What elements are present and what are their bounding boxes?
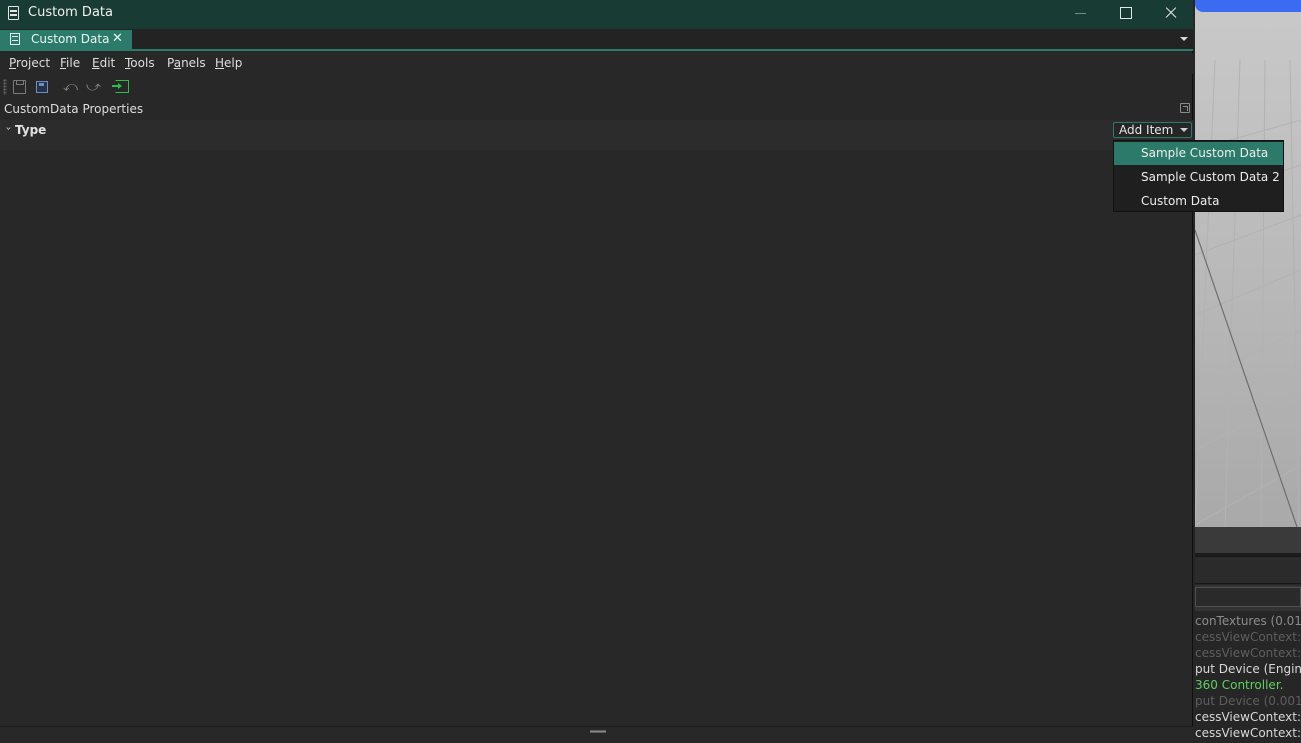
menu-label: elp bbox=[224, 56, 243, 70]
save-all-icon bbox=[36, 81, 48, 93]
status-bar bbox=[0, 726, 1193, 743]
menu-label: dit bbox=[99, 56, 116, 70]
document-icon bbox=[10, 33, 20, 45]
menu-tools[interactable]: Tools bbox=[125, 56, 155, 70]
menu-file[interactable]: File bbox=[60, 56, 80, 70]
save-all-button[interactable] bbox=[32, 77, 52, 97]
filter-input[interactable] bbox=[1195, 587, 1301, 607]
menu-item-label: Sample Custom Data bbox=[1141, 146, 1269, 160]
editor-viewport[interactable] bbox=[1195, 0, 1301, 527]
grid-floor bbox=[1195, 59, 1301, 527]
redo-icon: ⤻ bbox=[86, 79, 101, 95]
menu-edit[interactable]: Edit bbox=[92, 56, 115, 70]
window-title: Custom Data bbox=[28, 5, 113, 20]
menu-label: ools bbox=[130, 56, 155, 70]
export-icon bbox=[112, 80, 129, 93]
document-icon bbox=[8, 6, 19, 20]
add-item-menu: Sample Custom Data Sample Custom Data 2 … bbox=[1113, 140, 1284, 212]
menu-mnemonic: E bbox=[92, 56, 100, 70]
undo-button[interactable]: ⤺ bbox=[60, 77, 80, 97]
undo-icon: ⤺ bbox=[63, 79, 78, 95]
caret-down-icon bbox=[1180, 128, 1188, 132]
menu-item-custom-data[interactable]: Custom Data bbox=[1114, 190, 1283, 213]
maximize-button[interactable] bbox=[1102, 0, 1148, 29]
log-line: cessViewContext::Se bbox=[1195, 630, 1301, 644]
tab-label: Custom Data bbox=[31, 32, 110, 46]
toolbar: ⤺ ⤻ bbox=[0, 75, 1193, 99]
menu-item-sample-custom-data-2[interactable]: Sample Custom Data 2 bbox=[1114, 166, 1283, 189]
menu-mnemonic: H bbox=[215, 56, 225, 70]
save-icon bbox=[13, 80, 26, 94]
type-row[interactable]: › Type Add Item bbox=[0, 120, 1193, 150]
log-line: put Device (0.001 se bbox=[1195, 694, 1301, 708]
add-item-dropdown[interactable]: Add Item bbox=[1113, 122, 1192, 138]
add-item-label: Add Item bbox=[1119, 123, 1174, 137]
tab-bar: Custom Data ✕ bbox=[0, 29, 1193, 51]
menu-item-label: Custom Data bbox=[1141, 194, 1220, 208]
save-button[interactable] bbox=[10, 77, 30, 97]
toolbar-grip-icon[interactable] bbox=[3, 79, 7, 95]
menu-label: P bbox=[167, 56, 174, 70]
popout-icon[interactable] bbox=[1180, 103, 1190, 113]
output-log-header bbox=[1195, 556, 1301, 584]
log-line: cessViewContext::Se bbox=[1195, 726, 1301, 740]
tab-custom-data[interactable]: Custom Data ✕ bbox=[0, 30, 132, 49]
chevron-down-icon[interactable]: › bbox=[3, 127, 14, 131]
tab-close-icon[interactable]: ✕ bbox=[112, 31, 123, 47]
properties-header: CustomData Properties bbox=[0, 100, 1193, 119]
menu-label: roject bbox=[16, 56, 51, 70]
menu-label: nels bbox=[181, 56, 206, 70]
title-bar[interactable]: Custom Data bbox=[0, 0, 1193, 29]
output-log: conTextures (0.013 scessViewContext::Sec… bbox=[1195, 613, 1301, 743]
custom-data-window: Custom Data Custom Data ✕ Project File E… bbox=[0, 0, 1193, 743]
menu-item-label: Sample Custom Data 2 bbox=[1141, 170, 1280, 184]
redo-button[interactable]: ⤻ bbox=[83, 77, 103, 97]
resize-grip-icon[interactable] bbox=[590, 730, 606, 733]
menu-project[interactable]: Project bbox=[9, 56, 50, 70]
viewport-toolbar bbox=[1195, 527, 1301, 553]
log-line: conTextures (0.013 s bbox=[1195, 614, 1301, 628]
minimize-button[interactable] bbox=[1057, 0, 1103, 29]
close-window-button[interactable] bbox=[1148, 0, 1194, 29]
log-line: 360 Controller. bbox=[1195, 678, 1284, 692]
menu-bar: Project File Edit Tools Panels Help bbox=[0, 53, 1193, 74]
tab-list-dropdown-icon[interactable] bbox=[1177, 33, 1191, 45]
type-label: Type bbox=[15, 123, 47, 137]
menu-help[interactable]: Help bbox=[215, 56, 242, 70]
log-line: cessViewContext::Ha bbox=[1195, 710, 1301, 724]
menu-mnemonic: P bbox=[9, 56, 17, 70]
export-button[interactable] bbox=[112, 77, 132, 97]
log-line: cessViewContext::Ha bbox=[1195, 646, 1301, 660]
menu-mnemonic: a bbox=[173, 56, 182, 70]
properties-title: CustomData Properties bbox=[4, 102, 144, 116]
menu-panels[interactable]: Panels bbox=[167, 56, 206, 70]
output-log-filter bbox=[1195, 585, 1301, 611]
menu-label: ile bbox=[66, 56, 81, 70]
log-line: put Device (Engine) bbox=[1195, 662, 1301, 676]
menu-item-sample-custom-data[interactable]: Sample Custom Data bbox=[1114, 142, 1283, 165]
